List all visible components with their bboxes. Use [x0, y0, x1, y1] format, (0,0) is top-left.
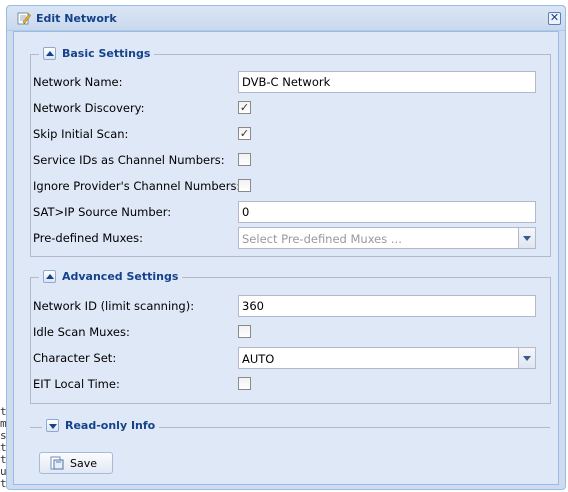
chevron-down-icon[interactable]	[518, 348, 535, 368]
advanced-settings-legend: Advanced Settings	[39, 270, 183, 283]
basic-settings-fieldset: Basic Settings Network Name: DVB-C Netwo…	[30, 47, 551, 257]
skip-initial-scan-row: Skip Initial Scan: ✓	[31, 123, 550, 145]
eit-label: EIT Local Time:	[33, 377, 120, 391]
network-id-input[interactable]: 360	[238, 295, 536, 317]
edit-network-window: Edit Network ✕ Basic Settings Network Na…	[6, 5, 566, 490]
basic-settings-legend: Basic Settings	[39, 47, 155, 60]
muxes-row: Pre-defined Muxes: Select Pre-defined Mu…	[31, 227, 550, 249]
satip-input[interactable]: 0	[238, 201, 536, 223]
network-id-row: Network ID (limit scanning): 360	[31, 295, 550, 317]
network-name-value: DVB-C Network	[242, 75, 331, 89]
idle-scan-checkbox[interactable]	[238, 325, 251, 338]
save-button[interactable]: Save	[39, 452, 113, 474]
charset-select[interactable]: AUTO	[238, 347, 536, 369]
idle-scan-label: Idle Scan Muxes:	[33, 325, 130, 339]
network-name-row: Network Name: DVB-C Network	[31, 71, 550, 93]
basic-settings-title: Basic Settings	[62, 47, 151, 60]
skip-initial-scan-label: Skip Initial Scan:	[33, 127, 129, 141]
service-ids-label: Service IDs as Channel Numbers:	[33, 153, 225, 167]
satip-value: 0	[242, 205, 250, 219]
window-body: Basic Settings Network Name: DVB-C Netwo…	[13, 31, 559, 485]
readonly-info-legend[interactable]: Read-only Info	[42, 419, 160, 432]
save-icon	[50, 456, 64, 470]
expand-down-icon[interactable]	[46, 419, 59, 432]
network-name-input[interactable]: DVB-C Network	[238, 71, 536, 93]
collapse-up-icon[interactable]	[43, 270, 56, 283]
ignore-provider-row: Ignore Provider's Channel Numbers:	[31, 175, 550, 197]
advanced-settings-title: Advanced Settings	[62, 270, 179, 283]
eit-checkbox[interactable]	[238, 377, 251, 390]
muxes-placeholder: Select Pre-defined Muxes ...	[242, 232, 402, 246]
ignore-provider-label: Ignore Provider's Channel Numbers:	[33, 179, 241, 193]
network-id-label: Network ID (limit scanning):	[33, 299, 195, 313]
idle-scan-row: Idle Scan Muxes:	[31, 321, 550, 343]
muxes-select[interactable]: Select Pre-defined Muxes ...	[238, 227, 536, 249]
advanced-settings-fieldset: Advanced Settings Network ID (limit scan…	[30, 270, 551, 404]
network-discovery-row: Network Discovery: ✓	[31, 97, 550, 119]
chevron-down-icon[interactable]	[518, 228, 535, 248]
charset-value: AUTO	[242, 352, 275, 366]
window-titlebar[interactable]: Edit Network ✕	[7, 6, 565, 31]
close-icon: ✕	[549, 11, 560, 24]
service-ids-checkbox[interactable]	[238, 153, 251, 166]
network-name-label: Network Name:	[33, 75, 123, 89]
service-ids-row: Service IDs as Channel Numbers:	[31, 149, 550, 171]
skip-initial-scan-checkbox[interactable]: ✓	[238, 127, 251, 140]
edit-icon	[17, 12, 31, 25]
network-discovery-label: Network Discovery:	[33, 101, 145, 115]
close-button[interactable]: ✕	[548, 12, 561, 25]
satip-row: SAT>IP Source Number: 0	[31, 201, 550, 223]
readonly-info-title: Read-only Info	[65, 419, 156, 432]
charset-row: Character Set: AUTO	[31, 347, 550, 369]
window-title: Edit Network	[36, 12, 117, 25]
network-discovery-checkbox[interactable]: ✓	[238, 101, 251, 114]
network-id-value: 360	[242, 299, 264, 313]
save-label: Save	[70, 456, 98, 470]
charset-label: Character Set:	[33, 351, 117, 365]
collapse-up-icon[interactable]	[43, 47, 56, 60]
eit-row: EIT Local Time:	[31, 373, 550, 395]
muxes-label: Pre-defined Muxes:	[33, 231, 143, 245]
satip-label: SAT>IP Source Number:	[33, 205, 172, 219]
ignore-provider-checkbox[interactable]	[238, 179, 251, 192]
